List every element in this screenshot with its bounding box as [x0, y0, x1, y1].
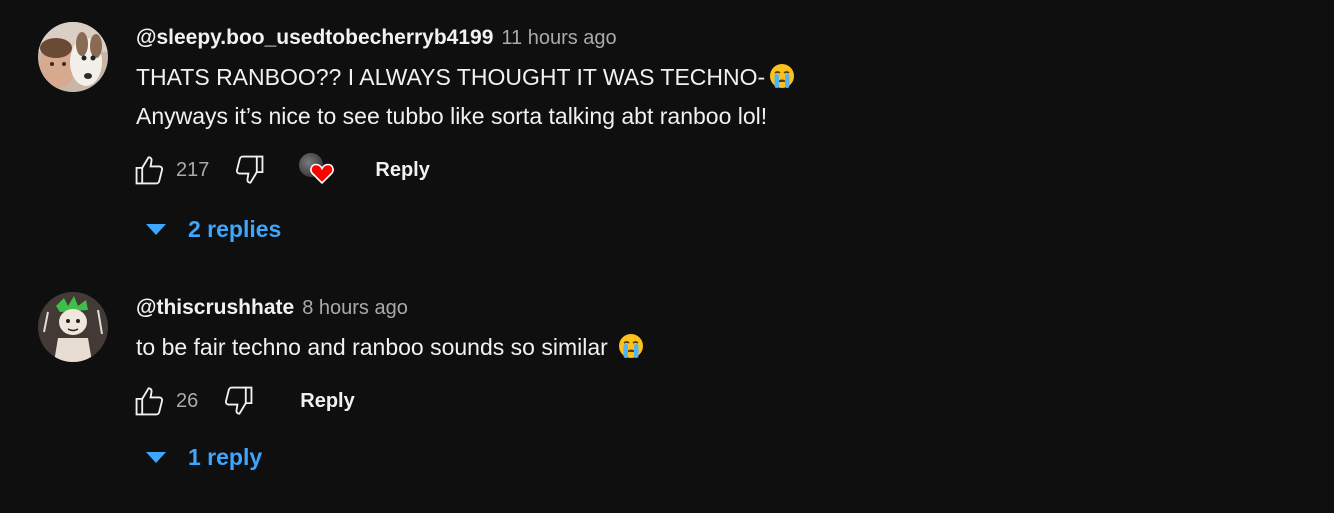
- comment-line: THATS RANBOO?? I ALWAYS THOUGHT IT WAS T…: [136, 64, 766, 90]
- thumbs-up-icon: [135, 156, 164, 185]
- avatar[interactable]: [38, 292, 108, 362]
- reply-button[interactable]: Reply: [300, 390, 354, 413]
- thumbs-down-icon: [225, 386, 253, 415]
- like-button[interactable]: [132, 152, 168, 188]
- crying-face-emoji: [618, 333, 644, 369]
- comment-header: @thiscrushhate 8 hours ago: [136, 296, 408, 320]
- reply-button[interactable]: Reply: [375, 159, 429, 182]
- like-count: 26: [176, 389, 199, 412]
- view-replies-button[interactable]: 1 reply: [146, 444, 262, 471]
- view-replies-button[interactable]: 2 replies: [146, 216, 281, 243]
- comment-timestamp[interactable]: 11 hours ago: [501, 27, 616, 50]
- dislike-button[interactable]: [231, 152, 267, 188]
- like-count: 217: [176, 158, 210, 181]
- like-button[interactable]: [132, 383, 168, 419]
- creator-heart-badge: [297, 150, 337, 190]
- comment-timestamp[interactable]: 8 hours ago: [302, 297, 408, 320]
- crying-face-emoji: [769, 63, 795, 99]
- comment-actions: 217 Reply: [132, 150, 430, 190]
- comment-text: to be fair techno and ranboo sounds so s…: [136, 330, 644, 369]
- dislike-button[interactable]: [220, 383, 256, 419]
- comment-line: Anyways it’s nice to see tubbo like sort…: [136, 103, 768, 129]
- author-name[interactable]: @thiscrushhate: [136, 296, 294, 320]
- avatar[interactable]: [38, 22, 108, 92]
- thumbs-down-icon: [236, 155, 264, 184]
- replies-count-label: 1 reply: [188, 444, 263, 470]
- comment-actions: 26 Reply: [132, 381, 355, 421]
- author-name[interactable]: @sleepy.boo_usedtobecherryb4199: [136, 26, 493, 50]
- comment-text: THATS RANBOO?? I ALWAYS THOUGHT IT WAS T…: [136, 60, 795, 134]
- replies-count-label: 2 replies: [188, 216, 282, 242]
- thumbs-up-icon: [135, 387, 164, 416]
- caret-down-icon: [146, 223, 166, 236]
- heart-icon: [310, 163, 335, 184]
- comment-line: to be fair techno and ranboo sounds so s…: [136, 334, 608, 360]
- comment-header: @sleepy.boo_usedtobecherryb4199 11 hours…: [136, 26, 617, 50]
- caret-down-icon: [146, 451, 166, 464]
